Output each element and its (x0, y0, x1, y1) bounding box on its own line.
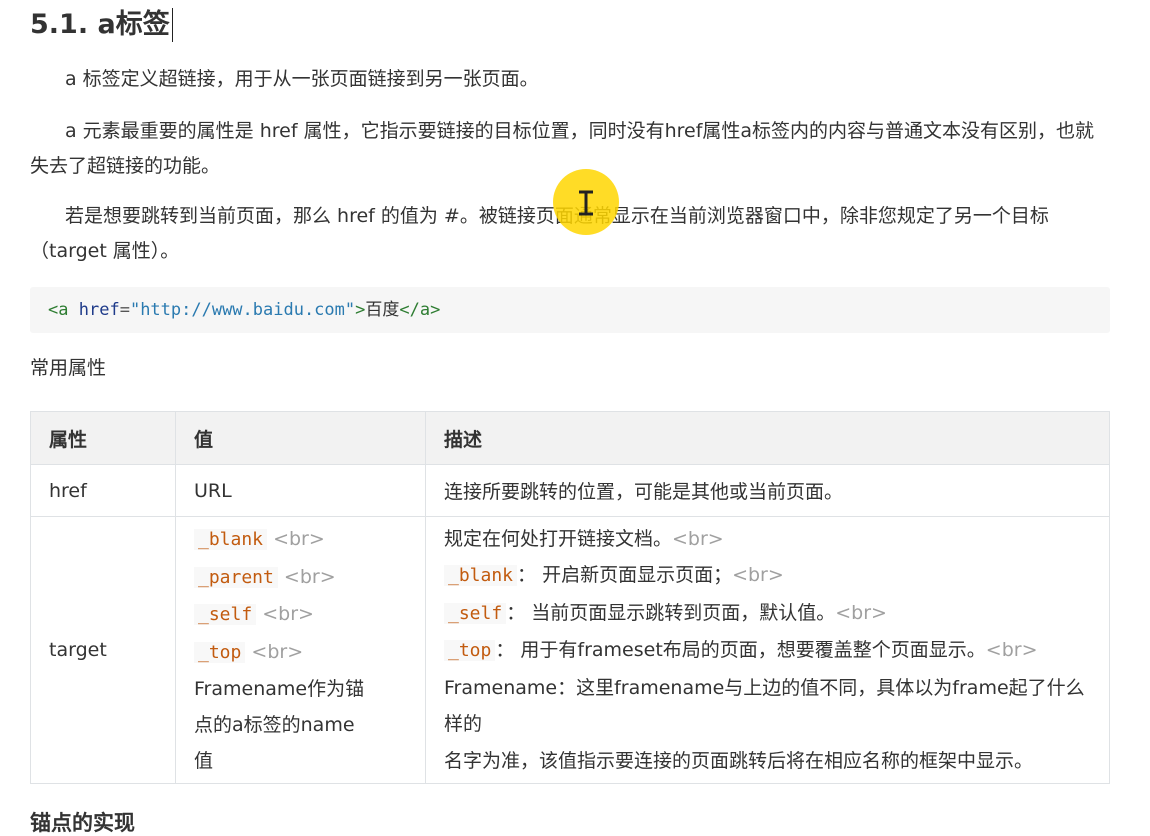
header-desc: 描述 (425, 411, 1110, 465)
code-attr: href (78, 300, 120, 320)
code-lt: < (48, 300, 59, 320)
value-text-line: 值 (194, 750, 214, 772)
cell-value: URL (175, 464, 426, 517)
br-text: <br> (251, 640, 304, 663)
code-gt: > (355, 300, 366, 320)
value-line: _blank <br> (194, 521, 407, 559)
code-text: 百度 (365, 300, 400, 320)
cell-attr: target (30, 516, 176, 784)
desc-line: _blank： 开启新页面显示页面；<br> (444, 557, 1091, 595)
desc-line: 规定在何处打开链接文档。<br> (444, 521, 1091, 558)
br-text: <br> (262, 603, 314, 625)
inline-code: _self (444, 602, 507, 624)
br-text: <br> (835, 601, 887, 624)
desc-item-text: ： 用于有frameset布局的页面，想要覆盖整个页面显示。 (495, 639, 986, 662)
desc-line: 名字为准，该值指示要连接的页面跳转后将在相应名称的框架中显示。 (444, 749, 1034, 772)
text-caret (171, 8, 173, 42)
cell-value: _blank <br> _parent <br> _self <br> _top… (175, 516, 426, 784)
text-cursor-icon (579, 190, 593, 216)
attributes-table: 属性 值 描述 href URL 连接所要跳转的位置，可能是其他或当前页面。 t… (30, 411, 1110, 784)
code-tag: a (58, 300, 69, 320)
code-close-tag: a (419, 300, 431, 320)
table-row: target _blank <br> _parent <br> _self <b… (30, 516, 1110, 784)
cell-attr: href (30, 464, 176, 517)
header-value: 值 (175, 411, 426, 465)
cell-desc: 连接所要跳转的位置，可能是其他或当前页面。 (425, 464, 1110, 517)
br-text: <br> (273, 528, 325, 550)
section-heading-text: 5.1. a标签 (30, 9, 170, 40)
code-eq: = (119, 300, 130, 320)
value-text-line: Framename作为锚 (194, 678, 365, 700)
table-header-row: 属性 值 描述 (30, 411, 1110, 465)
inline-code: _parent (194, 566, 278, 588)
value-line: _parent <br> (194, 559, 407, 597)
header-attr: 属性 (30, 411, 176, 465)
br-text: <br> (283, 565, 336, 588)
section-heading: 5.1. a标签 (30, 6, 173, 44)
code-value: "http://www.baidu.com" (129, 300, 356, 320)
desc-intro: 规定在何处打开链接文档。 (444, 527, 673, 550)
table-row: href URL 连接所要跳转的位置，可能是其他或当前页面。 (30, 464, 1110, 517)
br-text: <br> (672, 527, 724, 550)
inline-code: _top (444, 640, 496, 662)
desc-item-text: ： 开启新页面显示页面； (517, 564, 733, 587)
inline-code: _self (194, 604, 257, 625)
inline-code: _blank (194, 529, 268, 550)
code-block: <a href="http://www.baidu.com">百度</a> (30, 287, 1110, 333)
desc-item-text: ： 当前页面显示跳转到页面，默认值。 (506, 601, 836, 624)
paragraph-1: a 标签定义超链接，用于从一张页面链接到另一张页面。 (65, 68, 539, 90)
desc-line: _top： 用于有frameset布局的页面，想要覆盖整个页面显示。<br> (444, 632, 1091, 670)
br-text: <br> (732, 564, 784, 587)
value-line: _top <br> (194, 634, 407, 672)
desc-line: _self： 当前页面显示跳转到页面，默认值。<br> (444, 595, 1091, 633)
br-text: <br> (985, 639, 1038, 662)
next-section-heading: 锚点的实现 (30, 811, 135, 835)
cell-desc: 规定在何处打开链接文档。<br> _blank： 开启新页面显示页面；<br> … (425, 516, 1110, 784)
desc-line: Framename：这里framename与上边的值不同，具体以为frame起了… (444, 676, 1085, 736)
inline-code: _blank (444, 565, 518, 587)
inline-code: _top (194, 641, 246, 663)
value-line: _self <br> (194, 596, 407, 634)
value-text-line: 点的a标签的name (194, 714, 355, 736)
code-close-lt: </ (399, 300, 420, 320)
code-close-gt: > (430, 300, 441, 320)
attributes-subtitle: 常用属性 (30, 357, 107, 379)
